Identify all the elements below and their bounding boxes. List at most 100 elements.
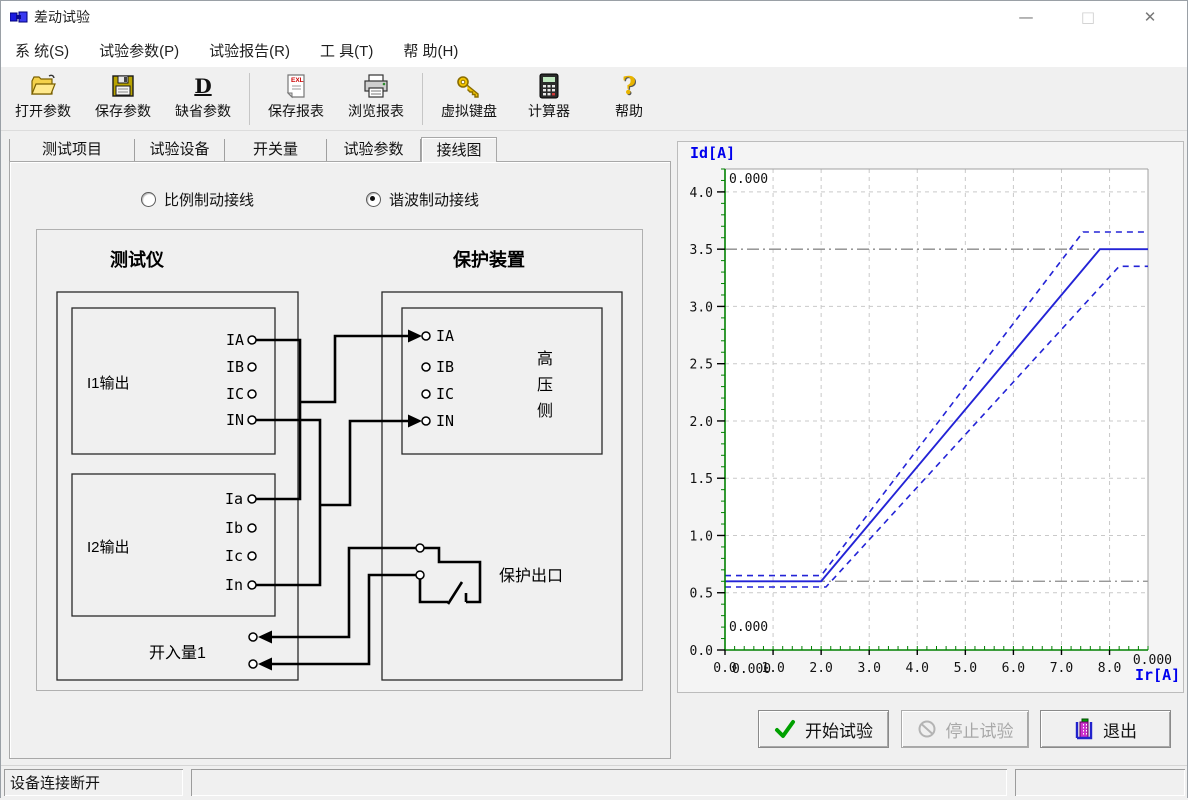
save-floppy-icon [109,72,137,100]
svg-text:Ib: Ib [225,519,243,537]
question-icon: ? [615,72,643,100]
wiring-diagram-groupbox: 测试仪 保护装置 I1输出 I2输出 IA [36,229,643,691]
tab-test-params[interactable]: 试验参数 [327,139,421,161]
value-annotation-top-left: 0.000 [729,172,768,187]
toolbar-button-label: 计算器 [528,101,570,121]
exit-label: 退出 [1103,717,1137,742]
key-icon [455,72,483,100]
toolbar-separator [249,73,250,125]
i1-output-label: I1输出 [87,375,130,392]
menu-help[interactable]: 帮 助(H) [403,40,458,61]
start-test-label: 开始试验 [805,717,873,742]
wiring-diagram: 测试仪 保护装置 I1输出 I2输出 IA [37,230,642,690]
svg-text:EXL: EXL [291,77,304,84]
toolbar-button-label: 浏览报表 [348,101,404,121]
toolbar-separator [422,73,423,125]
svg-text:侧: 侧 [537,402,553,420]
protection-terminal-labels: IA IB IC IN [436,327,454,430]
svg-text:IN: IN [226,411,244,429]
x-axis-label: Ir[A] [1135,666,1180,684]
save-params-button[interactable]: 保存参数 [83,71,163,122]
svg-text:IN: IN [436,412,454,430]
x-tick-label: 8.0 [1098,661,1121,676]
app-window: 差动试验 — □ ✕ 系 统(S) 试验参数(P) 试验报告(R) 工 具(T)… [0,0,1188,798]
tab-switch-quantity[interactable]: 开关量 [225,139,327,161]
svg-text:IB: IB [226,358,244,376]
toolbar-button-label: 虚拟键盘 [441,101,497,121]
y-tick-label: 4.0 [690,186,713,201]
y-axis-label: Id[A] [690,144,735,162]
toolbar: 打开参数 保存参数 D 缺省参数 [1,67,1187,131]
radio-harmonic-restraint[interactable]: 谐波制动接线 [366,189,479,210]
stop-icon [917,719,937,739]
tab-row: 测试项目 试验设备 开关量 试验参数 接线图 [9,139,497,162]
y-tick-label: 1.0 [690,529,713,544]
calculator-icon [535,72,563,100]
help-button[interactable]: ? 帮助 [589,71,669,122]
app-icon [10,9,28,25]
stop-test-button: 停止试验 [901,710,1029,748]
y-tick-label: 0.5 [690,587,713,602]
svg-text:IB: IB [436,358,454,376]
status-panel-middle [191,769,1007,796]
svg-text:IA: IA [436,327,454,345]
default-params-button[interactable]: D 缺省参数 [163,71,243,122]
svg-text:Ia: Ia [225,490,243,508]
open-params-button[interactable]: 打开参数 [3,71,83,122]
save-report-button[interactable]: EXL 保存报表 [256,71,336,122]
default-d-icon: D [189,72,217,100]
radio-circle [141,192,156,207]
maximize-button[interactable]: □ [1057,1,1119,33]
svg-text:In: In [225,576,243,594]
close-button[interactable]: ✕ [1119,1,1181,33]
y-tick-label: 2.0 [690,415,713,430]
stop-test-label: 停止试验 [946,717,1014,742]
browse-report-button[interactable]: 浏览报表 [336,71,416,122]
printer-icon [362,72,390,100]
toolbar-button-label: 缺省参数 [175,101,231,121]
exit-button[interactable]: 退出 [1040,710,1171,748]
toolbar-button-label: 保存参数 [95,101,151,121]
y-tick-label: 0.0 [690,644,713,659]
tab-control: 测试项目 试验设备 开关量 试验参数 接线图 比例制动接线 谐波制动接线 测试仪 [9,139,671,759]
tester-title: 测试仪 [110,249,165,270]
y-tick-label: 1.5 [690,472,713,487]
minimize-button[interactable]: — [995,1,1057,33]
x-tick-label: 6.0 [1002,661,1025,676]
radio-ratio-restraint[interactable]: 比例制动接线 [141,189,254,210]
tab-test-items[interactable]: 测试项目 [9,139,135,161]
virtual-keyboard-button[interactable]: 虚拟键盘 [429,71,509,122]
window-title: 差动试验 [34,7,90,27]
i2-output-label: I2输出 [87,539,130,556]
open-folder-icon [29,72,57,100]
menu-test-report[interactable]: 试验报告(R) [209,40,290,61]
protection-outlet-label: 保护出口 [499,567,563,585]
tab-test-device[interactable]: 试验设备 [135,139,225,161]
exit-door-icon [1074,718,1094,740]
menu-system[interactable]: 系 统(S) [15,40,69,61]
menu-test-params[interactable]: 试验参数(P) [99,40,179,61]
value-annotation-bottom-right: 0.000 [1133,653,1172,668]
device-status-text: 设备连接断开 [10,772,100,793]
i2-terminal-labels: Ia Ib Ic In [225,490,243,594]
value-annotation-origin-above: 0.000 [729,620,768,635]
menu-tools[interactable]: 工 具(T) [320,40,373,61]
svg-text:高: 高 [537,350,553,368]
calculator-button[interactable]: 计算器 [509,71,589,122]
tab-wiring-diagram[interactable]: 接线图 [421,137,497,162]
toolbar-button-label: 保存报表 [268,101,324,121]
svg-text:Ic: Ic [225,547,243,565]
restraint-characteristic-chart: 0.00.51.01.52.02.53.03.54.00.01.02.03.04… [678,142,1183,692]
hv-side-label: 高 压 侧 [537,350,553,420]
x-tick-label: 2.0 [809,661,832,676]
chart-panel: 0.00.51.01.52.02.53.03.54.00.01.02.03.04… [677,141,1184,693]
export-report-icon: EXL [282,72,310,100]
y-tick-label: 3.0 [690,300,713,315]
x-tick-label: 7.0 [1050,661,1073,676]
toolbar-button-label: 帮助 [615,101,643,121]
y-tick-label: 2.5 [690,358,713,373]
device-status-panel: 设备连接断开 [4,769,183,796]
start-test-button[interactable]: 开始试验 [758,710,889,748]
radio-circle-checked [366,192,381,207]
x-tick-label: 5.0 [954,661,977,676]
